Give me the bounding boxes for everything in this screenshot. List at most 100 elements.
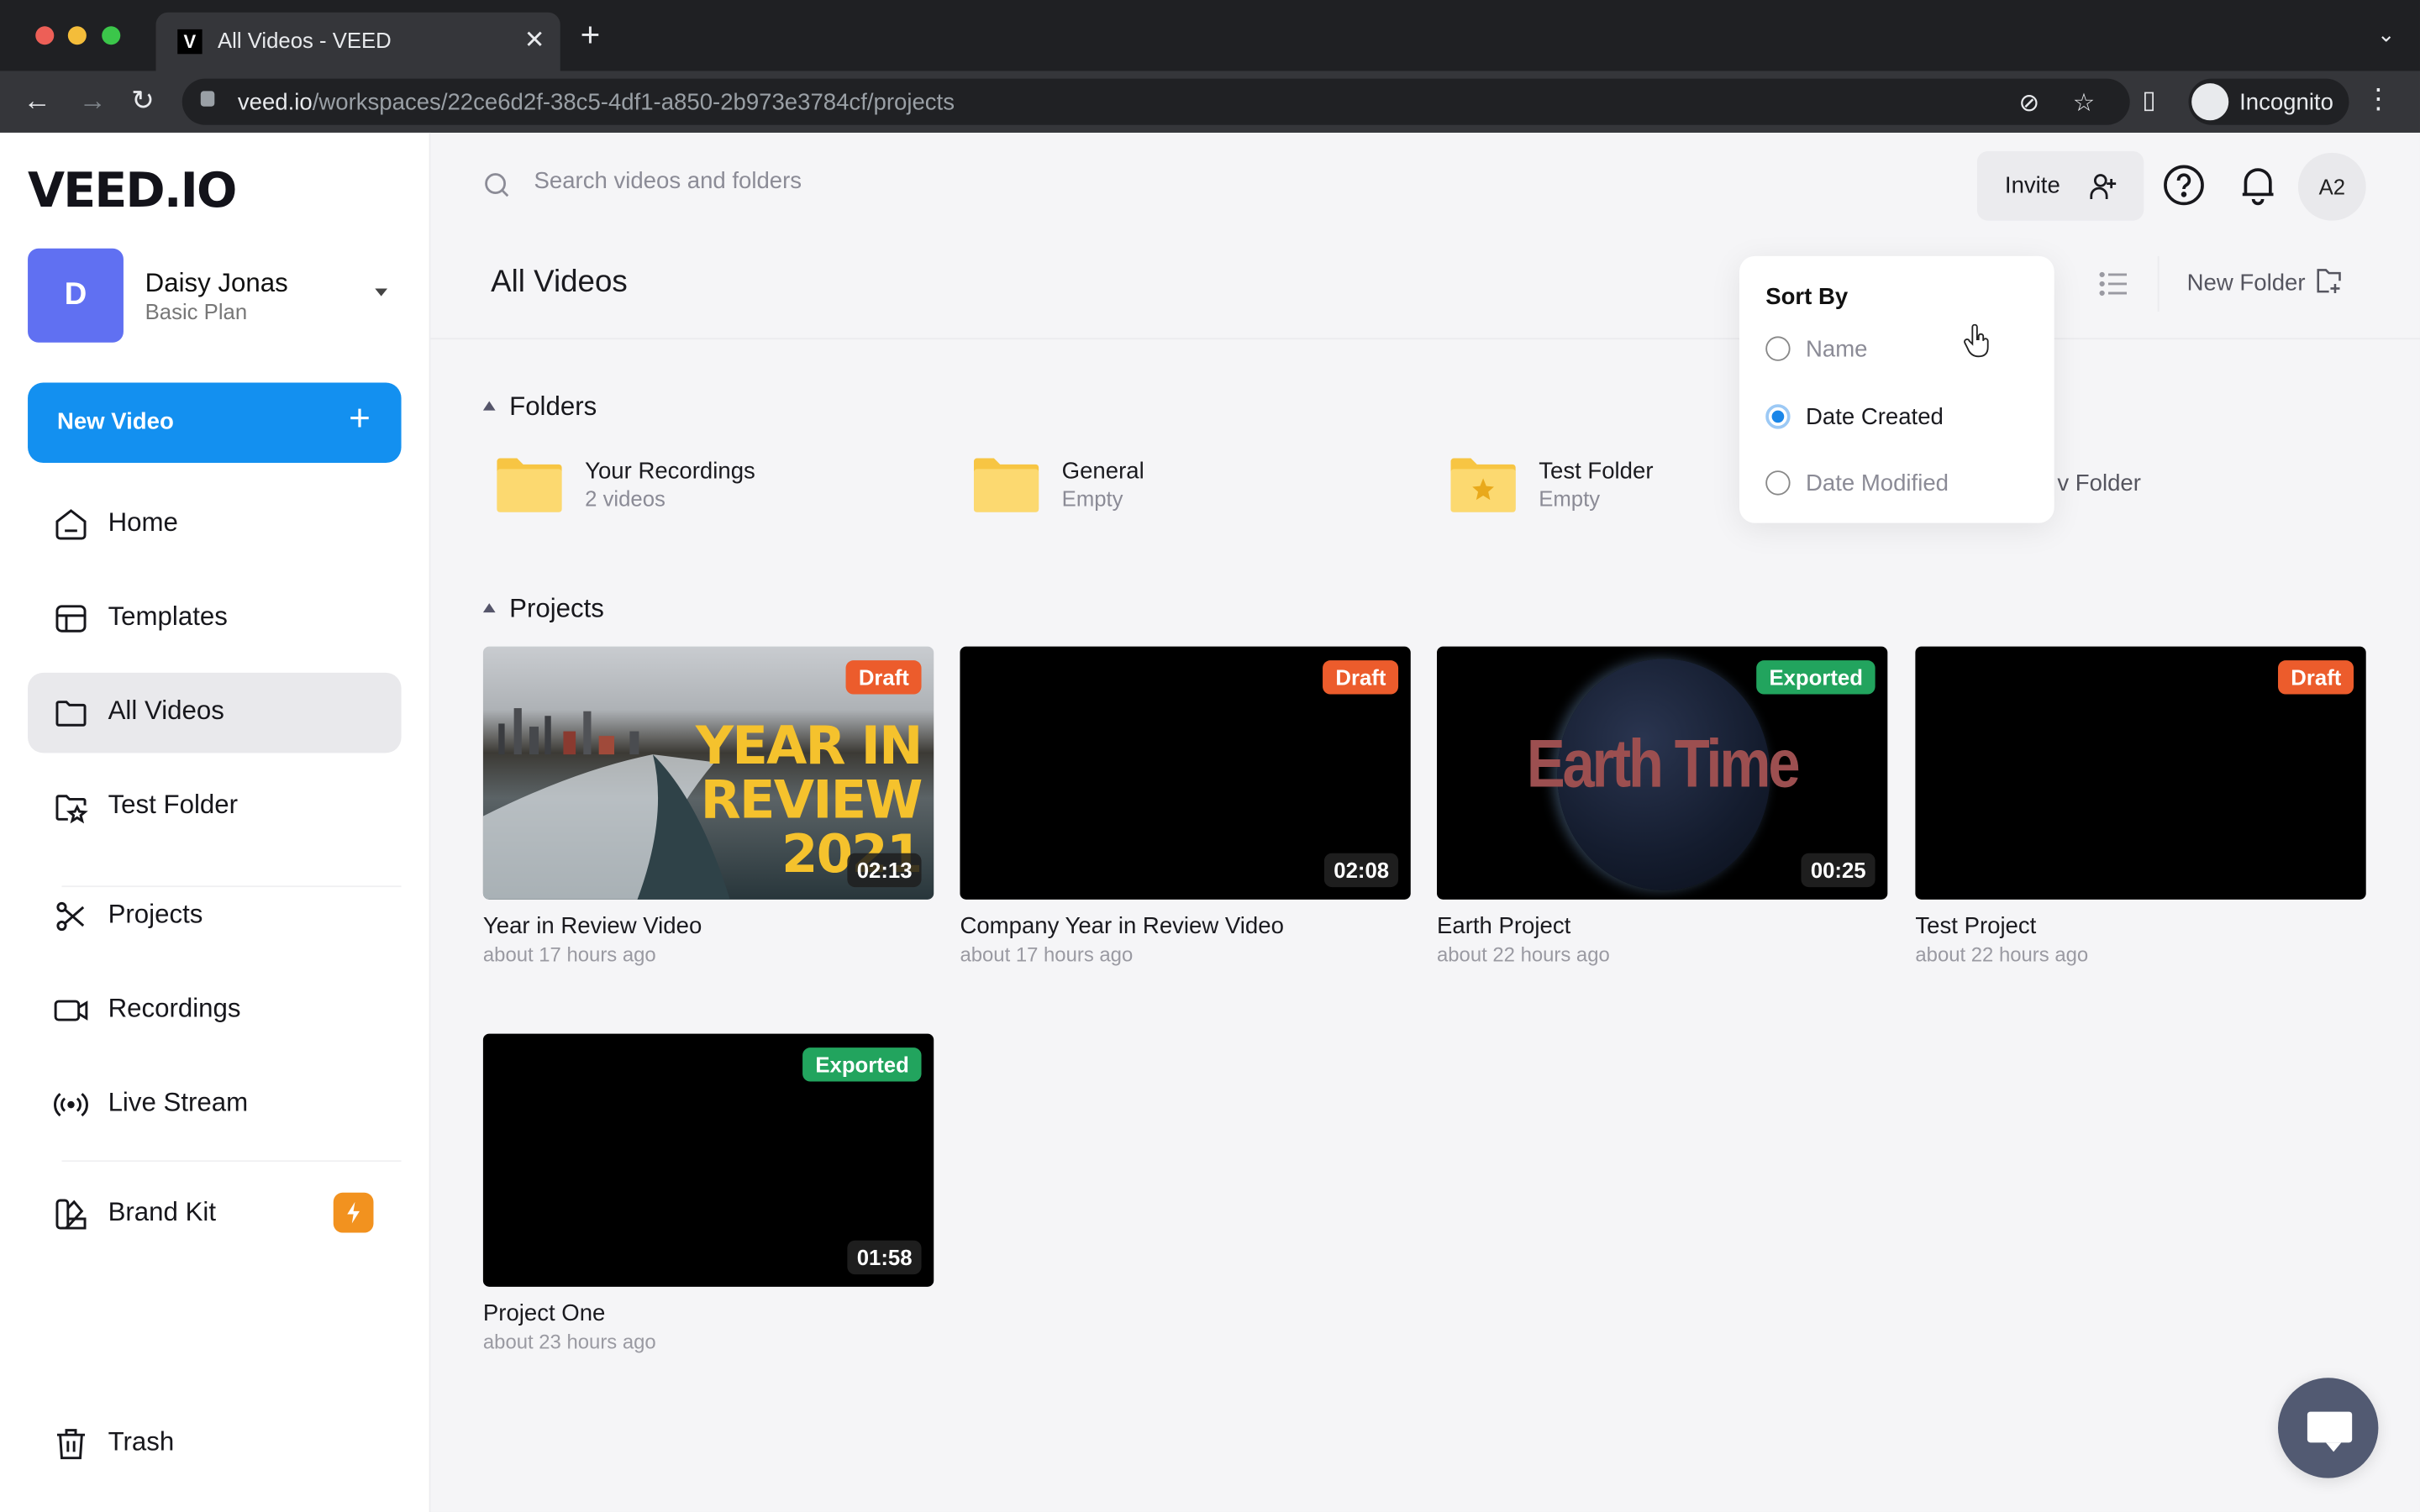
search-input[interactable] <box>530 166 1309 197</box>
user-avatar[interactable]: A2 <box>2297 152 2366 221</box>
sidebar-item-label: Brand Kit <box>108 1197 217 1227</box>
sort-option-label: Name <box>1805 336 1868 363</box>
project-thumbnail[interactable]: Draft 02:08 <box>960 646 1411 900</box>
project-name[interactable]: Year in Review Video <box>483 913 934 939</box>
list-view-icon[interactable] <box>2099 269 2130 300</box>
browser-tab[interactable]: V All Videos - VEED ✕ <box>155 12 560 71</box>
project-date: about 17 hours ago <box>482 942 656 966</box>
project-name[interactable]: Earth Project <box>1437 913 1887 939</box>
folder-plus-icon <box>2316 269 2341 294</box>
duration-badge: 02:13 <box>847 853 922 888</box>
maximize-window-button[interactable] <box>102 26 121 45</box>
project-thumbnail[interactable]: Exported 01:58 <box>482 1033 934 1287</box>
page-title: All Videos <box>491 265 628 300</box>
project-card[interactable]: Draft Test Project about 22 hours ago <box>1915 646 2366 966</box>
project-date: about 17 hours ago <box>960 942 1134 966</box>
screen: V All Videos - VEED ✕ + ⌄ ← → ↻ veed.io/… <box>0 0 2420 1512</box>
search-icon <box>485 173 509 197</box>
project-card[interactable]: Draft 02:08 Company Year in Review Video… <box>960 646 1411 966</box>
sidebar-item-templates[interactable]: Templates <box>28 579 401 659</box>
upgrade-badge <box>333 1192 374 1233</box>
project-thumbnail[interactable]: YEAR INREVIEW2021 Draft 02:13 <box>482 646 934 900</box>
account-name[interactable]: Daisy Jonas <box>145 269 288 300</box>
sidebar-item-recordings[interactable]: Recordings <box>28 970 401 1051</box>
lightning-icon <box>347 1201 360 1224</box>
close-tab-icon[interactable]: ✕ <box>524 24 545 55</box>
invite-button[interactable]: Invite <box>1976 150 2144 221</box>
radio-button[interactable] <box>1765 336 1791 361</box>
project-date: about 22 hours ago <box>1915 942 2089 966</box>
browser-tab-bar: V All Videos - VEED ✕ + ⌄ <box>0 0 2420 71</box>
sort-option-date-modified[interactable]: Date Modified <box>1765 465 2028 505</box>
radio-button[interactable] <box>1765 470 1791 496</box>
thumbnail-title-text: Earth Time <box>1526 727 1801 803</box>
sort-option-label: Date Created <box>1805 404 1944 431</box>
radio-button-selected[interactable] <box>1765 404 1791 429</box>
new-video-button[interactable]: New Video + <box>28 382 402 464</box>
folders-section-toggle[interactable]: Folders <box>482 392 597 423</box>
reload-icon[interactable]: ↻ <box>131 83 155 117</box>
account-dropdown-icon[interactable] <box>375 288 388 297</box>
project-name[interactable]: Company Year in Review Video <box>960 913 1410 939</box>
collapse-triangle-icon <box>482 602 496 612</box>
project-thumbnail[interactable]: Draft <box>1915 646 2366 900</box>
new-folder-tile-label[interactable]: v Folder <box>2057 470 2141 496</box>
project-name[interactable]: Project One <box>483 1300 934 1326</box>
add-user-icon <box>2090 174 2117 199</box>
folder-star-icon <box>55 795 88 824</box>
new-video-label: New Video <box>56 408 174 435</box>
status-badge: Draft <box>846 660 922 695</box>
veed-logo[interactable]: VEED.IO <box>28 164 237 219</box>
new-folder-button[interactable]: New Folder <box>2187 269 2343 297</box>
minimize-window-button[interactable] <box>67 26 87 45</box>
sidebar-item-trash[interactable]: Trash <box>28 1404 401 1484</box>
sidebar-item-test-folder[interactable]: Test Folder <box>28 767 401 848</box>
sidebar-item-home[interactable]: Home <box>28 485 401 565</box>
project-name[interactable]: Test Project <box>1915 913 2365 939</box>
sidebar-item-label: Projects <box>108 899 203 929</box>
sidebar-item-label: Live Stream <box>108 1087 249 1117</box>
project-thumbnail[interactable]: Earth Time Exported 00:25 <box>1436 646 1888 900</box>
sidebar-item-projects[interactable]: Projects <box>28 876 401 957</box>
sidebar: VEED.IO D Daisy Jonas Basic Plan New Vid… <box>0 132 431 1512</box>
status-badge: Exported <box>1756 660 1876 695</box>
project-card[interactable]: Exported 01:58 Project One about 23 hour… <box>482 1033 934 1353</box>
back-arrow-icon[interactable]: ← <box>24 83 51 117</box>
invite-label: Invite <box>2004 172 2060 199</box>
chat-support-button[interactable] <box>2278 1378 2379 1478</box>
account-avatar[interactable]: D <box>28 248 124 343</box>
sidebar-item-label: Home <box>108 507 178 538</box>
tab-title: All Videos - VEED <box>217 28 392 53</box>
sort-by-title: Sort By <box>1765 283 1849 311</box>
folder-item[interactable]: Your Recordings 2 videos <box>483 457 885 518</box>
video-camera-icon <box>54 1000 88 1021</box>
sidebar-item-live-stream[interactable]: Live Stream <box>28 1064 401 1145</box>
hand-cursor-icon <box>1964 323 1989 358</box>
incognito-label: Incognito <box>2239 89 2333 116</box>
tab-search-chevron-icon[interactable]: ⌄ <box>2377 22 2396 48</box>
sidebar-item-all-videos[interactable]: All Videos <box>28 672 402 753</box>
star-bookmark-icon[interactable]: ☆ <box>2073 88 2095 119</box>
forward-arrow-icon[interactable]: → <box>79 83 107 117</box>
project-card[interactable]: Earth Time Exported 00:25 Earth Project … <box>1436 646 1888 966</box>
address-bar[interactable]: veed.io/workspaces/22ce6d2f-38c5-4df1-a8… <box>182 78 2130 125</box>
sidebar-item-brand-kit[interactable]: Brand Kit <box>28 1174 401 1255</box>
folder-item[interactable]: General Empty <box>960 457 1361 518</box>
bell-icon[interactable] <box>2238 164 2278 207</box>
incognito-profile-button[interactable]: Incognito <box>2188 78 2349 125</box>
folder-icon <box>497 458 562 512</box>
chat-bubble-icon <box>2307 1411 2353 1452</box>
project-card[interactable]: YEAR INREVIEW2021 Draft 02:13 Year in Re… <box>482 646 934 966</box>
projects-section-toggle[interactable]: Projects <box>482 594 604 625</box>
new-tab-icon[interactable]: + <box>581 18 601 52</box>
close-window-button[interactable] <box>35 26 55 45</box>
account-plan: Basic Plan <box>145 299 248 324</box>
side-panel-icon[interactable]: ▯ <box>2142 85 2155 116</box>
eye-off-icon[interactable]: ⊘ <box>2018 88 2039 119</box>
sidebar-item-label: Recordings <box>108 993 241 1023</box>
browser-menu-icon[interactable]: ⋮ <box>2365 83 2392 116</box>
lock-icon <box>200 91 215 107</box>
help-icon[interactable] <box>2162 164 2205 207</box>
folder-star-icon <box>1450 458 1516 512</box>
sort-option-date-created[interactable]: Date Created <box>1765 398 2028 438</box>
